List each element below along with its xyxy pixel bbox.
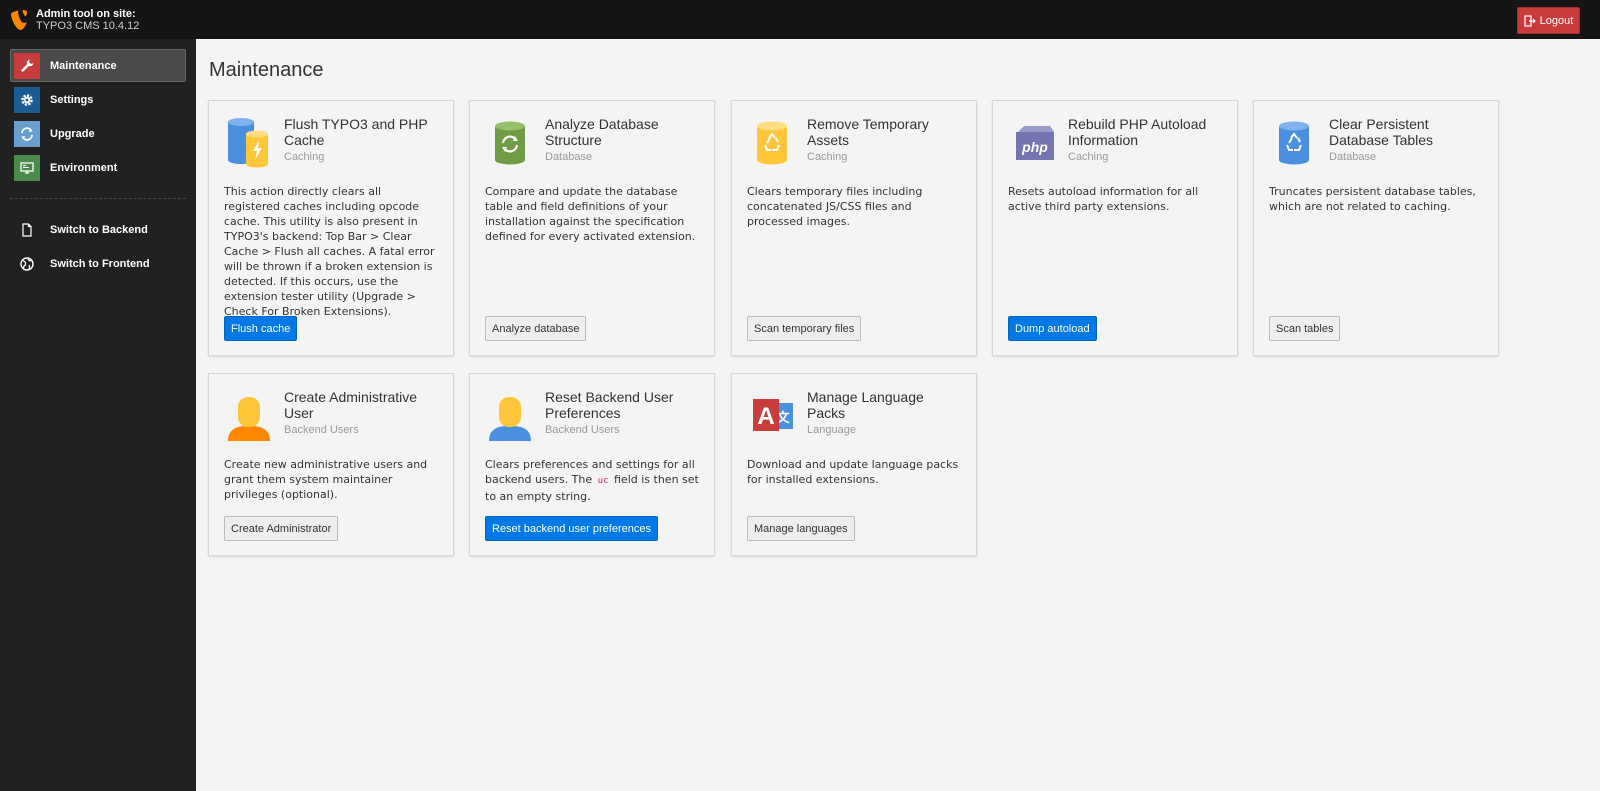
- refresh-icon: [14, 120, 40, 147]
- cache-flush-icon: [224, 116, 284, 170]
- monitor-icon: [14, 154, 40, 181]
- sidebar-item-settings[interactable]: Settings: [10, 83, 186, 116]
- card-subtitle: Database: [545, 151, 593, 163]
- sidebar-item-label: Maintenance: [50, 59, 117, 72]
- card-header: Create Administrative User Backend Users: [209, 374, 453, 444]
- php-box-icon: php: [1008, 116, 1068, 170]
- card-analyze-database: Analyze Database Structure Database Comp…: [469, 100, 715, 356]
- scan-temporary-files-button[interactable]: Scan temporary files: [747, 316, 862, 341]
- card-header: Reset Backend User Preferences Backend U…: [470, 374, 714, 444]
- card-header: Clear Persistent Database Tables Databas…: [1254, 101, 1498, 171]
- sidebar-item-label: Upgrade: [50, 127, 95, 140]
- card-title: Reset Backend User Preferences: [545, 389, 674, 421]
- database-recycle-blue-icon: [1269, 116, 1329, 170]
- card-flush-cache: Flush TYPO3 and PHP Cache Caching This a…: [208, 100, 454, 356]
- card-title: Remove Temporary Assets: [807, 116, 929, 148]
- card-subtitle: Caching: [807, 151, 848, 163]
- uc-field-code: uc: [595, 476, 611, 486]
- site-title: Admin tool on site:: [36, 7, 136, 20]
- card-subtitle: Caching: [284, 151, 325, 163]
- card-title: Create Administrative User: [284, 389, 418, 421]
- sidebar-link-label: Switch to Backend: [50, 223, 148, 236]
- sidebar-item-label: Environment: [50, 161, 118, 174]
- card-manage-language-packs: 文 A Manage Language Packs Language Downl…: [731, 373, 977, 556]
- card-title: Flush TYPO3 and PHP Cache: [284, 116, 428, 148]
- logout-icon: [1524, 14, 1536, 27]
- admin-user-icon: [224, 389, 284, 443]
- card-description: Clears preferences and settings for all …: [470, 444, 714, 504]
- sidebar-item-environment[interactable]: Environment: [10, 151, 186, 184]
- globe-icon: [14, 251, 40, 277]
- card-description: Resets autoload information for all acti…: [1008, 185, 1199, 213]
- sidebar-item-upgrade[interactable]: Upgrade: [10, 117, 186, 150]
- site-version: TYPO3 CMS 10.4.12: [36, 19, 140, 32]
- database-sync-icon: [485, 116, 545, 170]
- card-header: Flush TYPO3 and PHP Cache Caching: [209, 101, 453, 171]
- wrench-icon: [14, 52, 40, 79]
- card-description: Compare and update the database table an…: [485, 185, 696, 243]
- card-create-admin-user: Create Administrative User Backend Users…: [208, 373, 454, 556]
- card-description: Create new administrative users and gran…: [224, 458, 428, 501]
- backend-user-icon: [485, 389, 545, 443]
- card-subtitle: Language: [807, 424, 856, 436]
- card-subtitle: Caching: [1068, 151, 1109, 163]
- card-title: Manage Language Packs: [807, 389, 924, 421]
- sidebar-item-maintenance[interactable]: Maintenance: [10, 49, 186, 82]
- gear-icon: [14, 86, 40, 113]
- dump-autoload-button[interactable]: Dump autoload: [1008, 316, 1097, 341]
- card-title: Analyze Database Structure: [545, 116, 659, 148]
- card-subtitle: Database: [1329, 151, 1377, 163]
- scan-tables-button[interactable]: Scan tables: [1269, 316, 1341, 341]
- sidebar-nav: Maintenance Settings Upgrade Environment: [0, 39, 196, 280]
- analyze-database-button[interactable]: Analyze database: [485, 316, 587, 341]
- sidebar-divider: [10, 198, 186, 199]
- sidebar-link-switch-to-backend[interactable]: Switch to Backend: [10, 213, 186, 246]
- card-header: Remove Temporary Assets Caching: [732, 101, 976, 171]
- flush-cache-button[interactable]: Flush cache: [224, 316, 298, 341]
- document-icon: [14, 217, 40, 243]
- card-subtitle: Backend Users: [545, 424, 620, 436]
- site-info: Admin tool on site: TYPO3 CMS 10.4.12: [36, 8, 139, 32]
- logout-button[interactable]: Logout: [1517, 7, 1580, 34]
- page-title: Maintenance: [209, 59, 324, 81]
- card-remove-temporary-assets: Remove Temporary Assets Caching Clears t…: [731, 100, 977, 356]
- card-subtitle: Backend Users: [284, 424, 359, 436]
- card-clear-persistent-tables: Clear Persistent Database Tables Databas…: [1253, 100, 1499, 356]
- create-administrator-button[interactable]: Create Administrator: [224, 516, 339, 541]
- card-description: Clears temporary files including concate…: [747, 185, 923, 228]
- sidebar-item-label: Settings: [50, 93, 94, 106]
- top-bar: Admin tool on site: TYPO3 CMS 10.4.12 Lo…: [0, 0, 1600, 39]
- reset-backend-user-preferences-button[interactable]: Reset backend user preferences: [485, 516, 658, 541]
- card-description: Download and update language packs for i…: [747, 458, 959, 486]
- card-description: This action directly clears all register…: [224, 185, 435, 318]
- typo3-logo-icon: [11, 9, 27, 30]
- card-description: Truncates persistent database tables, wh…: [1269, 185, 1476, 213]
- card-title: Rebuild PHP Autoload Information: [1068, 116, 1207, 148]
- card-header: php Rebuild PHP Autoload Information Cac…: [993, 101, 1237, 171]
- sidebar-link-switch-to-frontend[interactable]: Switch to Frontend: [10, 247, 186, 280]
- database-recycle-icon: [747, 116, 807, 170]
- card-title: Clear Persistent Database Tables: [1329, 116, 1434, 148]
- card-header: 文 A Manage Language Packs Language: [732, 374, 976, 444]
- card-reset-backend-preferences: Reset Backend User Preferences Backend U…: [469, 373, 715, 556]
- language-icon: 文 A: [747, 389, 807, 443]
- card-header: Analyze Database Structure Database: [470, 101, 714, 171]
- manage-languages-button[interactable]: Manage languages: [747, 516, 855, 541]
- svg-text:php: php: [1021, 139, 1048, 155]
- sidebar-link-label: Switch to Frontend: [50, 257, 150, 270]
- sidebar: Maintenance Settings Upgrade Environment: [0, 39, 196, 791]
- svg-text:A: A: [757, 403, 774, 430]
- card-rebuild-autoload: php Rebuild PHP Autoload Information Cac…: [992, 100, 1238, 356]
- main-content: Maintenance Flush TYPO3 and PHP Cache Ca…: [196, 39, 1600, 791]
- logout-label: Logout: [1539, 14, 1574, 27]
